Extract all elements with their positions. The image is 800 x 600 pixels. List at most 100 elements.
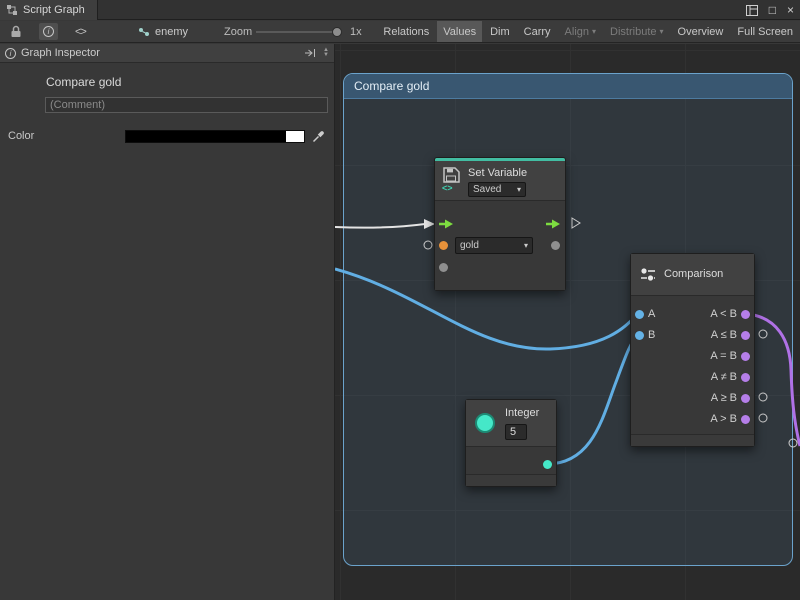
toolbar-left-group: i <> (6, 21, 90, 42)
value-input-port[interactable] (439, 263, 448, 272)
output-port-a-neq-b[interactable] (741, 373, 750, 382)
variable-name-value: gold (460, 240, 479, 251)
variable-name-port[interactable] (439, 241, 448, 250)
save-variable-icon: <> (441, 166, 463, 192)
align-button[interactable]: Align ▾ (559, 21, 602, 42)
variable-scope-dropdown[interactable]: Saved ▾ (468, 182, 526, 197)
inspector-toggle-button[interactable]: i (39, 23, 58, 40)
integer-icon (475, 413, 495, 433)
lock-icon (10, 25, 22, 38)
input-label-a: A (648, 308, 655, 320)
value-output-port[interactable] (551, 241, 560, 250)
color-field[interactable] (125, 130, 305, 143)
integer-footer (466, 474, 556, 486)
relations-label: Relations (383, 26, 429, 38)
zoom-slider-knob[interactable] (332, 27, 342, 37)
node-set-variable[interactable]: <> Set Variable Saved ▾ (434, 157, 566, 291)
toolbar-buttons: Relations Values Dim Carry Align ▾ Distr… (377, 21, 799, 42)
variable-name-dropdown[interactable]: gold ▾ (455, 237, 533, 254)
graph-inspector-panel: i Graph Inspector ▲ ▼ Compare gold Color (0, 44, 335, 600)
output-label-a-eq-b: A = B (710, 350, 737, 362)
output-label-a-gte-b: A ≥ B (711, 392, 737, 404)
variable-scope-value: Saved (473, 184, 501, 195)
dock-arrow-icon[interactable] (304, 48, 317, 58)
flow-output-port[interactable] (546, 219, 561, 229)
integer-body (466, 447, 556, 474)
overview-button[interactable]: Overview (672, 21, 730, 42)
graph-inspector-header[interactable]: i Graph Inspector ▲ ▼ (0, 44, 334, 63)
scrub-down-icon[interactable]: ▼ (323, 53, 329, 58)
flow-input-port[interactable] (439, 219, 454, 229)
port-row: A ≥ B (631, 388, 754, 409)
integer-output-port[interactable] (543, 460, 552, 469)
zoom-slider-track[interactable] (256, 31, 342, 33)
output-label-a-neq-b: A ≠ B (711, 371, 737, 383)
eyedropper-icon (312, 129, 326, 143)
svg-text:<>: <> (442, 183, 453, 192)
zoom-label: Zoom (224, 21, 252, 43)
graph-inspector-title: Graph Inspector (21, 47, 100, 59)
group-title: Compare gold (354, 79, 429, 93)
color-alpha-segment (286, 131, 304, 142)
graph-reference-breadcrumb[interactable]: enemy (138, 21, 188, 42)
port-row: A = B (631, 346, 754, 367)
output-port-a-gt-b[interactable] (741, 415, 750, 424)
zoom-slider[interactable] (256, 21, 342, 42)
relations-button[interactable]: Relations (377, 21, 435, 42)
port-row: A A < B (631, 304, 754, 325)
maximize-icon[interactable]: □ (769, 3, 776, 17)
output-label-a-gt-b: A > B (710, 413, 737, 425)
input-port-a[interactable] (635, 310, 644, 319)
port-row: A ≠ B (631, 367, 754, 388)
node-title: Comparison (664, 268, 723, 280)
comparison-ports: A A < B B A ≤ B A = B A ≠ B (631, 296, 754, 434)
tab-script-graph[interactable]: Script Graph (0, 0, 98, 20)
inspector-header-controls: ▲ ▼ (304, 48, 329, 58)
scrubber-icon[interactable]: ▲ ▼ (323, 48, 329, 58)
integer-value-field[interactable]: 5 (505, 424, 527, 440)
node-title: Set Variable (468, 167, 527, 179)
set-variable-body: gold ▾ (435, 201, 565, 290)
graph-title-text: Compare gold (46, 75, 334, 89)
group-header[interactable]: Compare gold (344, 74, 792, 99)
comment-input[interactable] (45, 97, 328, 113)
overview-label: Overview (678, 26, 724, 38)
graph-asset-icon (138, 26, 150, 38)
output-port-a-lte-b[interactable] (741, 331, 750, 340)
values-label: Values (443, 26, 476, 38)
dim-label: Dim (490, 26, 510, 38)
carry-button[interactable]: Carry (518, 21, 557, 42)
node-comparison[interactable]: Comparison A A < B B A ≤ B A = B (630, 253, 755, 447)
values-button[interactable]: Values (437, 21, 482, 42)
layout-icon[interactable] (746, 5, 758, 16)
graph-reference-label: enemy (155, 26, 188, 38)
fullscreen-button[interactable]: Full Screen (731, 21, 799, 42)
output-port-a-gte-b[interactable] (741, 394, 750, 403)
input-label-b: B (648, 329, 655, 341)
window-controls: □ × (746, 0, 794, 20)
input-port-b[interactable] (635, 331, 644, 340)
graph-toolbar: i <> enemy Zoom 1x Relations Val (0, 21, 800, 43)
chevron-down-icon: ▾ (524, 242, 528, 250)
lock-button[interactable] (6, 23, 26, 40)
comparison-header: Comparison (631, 254, 754, 296)
output-port-a-eq-b[interactable] (741, 352, 750, 361)
comparison-footer (631, 434, 754, 446)
graph-canvas[interactable]: Compare gold <> (335, 44, 800, 600)
close-icon[interactable]: × (787, 3, 794, 17)
color-row: Color (8, 129, 326, 143)
script-graph-icon (6, 4, 18, 16)
port-row: B A ≤ B (631, 325, 754, 346)
code-icon: <> (75, 26, 86, 38)
carry-label: Carry (524, 26, 551, 38)
dim-button[interactable]: Dim (484, 21, 516, 42)
distribute-button[interactable]: Distribute ▾ (604, 21, 669, 42)
chevron-down-icon: ▾ (592, 28, 596, 36)
tab-title: Script Graph (23, 4, 85, 16)
eyedropper-button[interactable] (312, 129, 326, 143)
unity-script-graph-window: Script Graph □ × i <> (0, 0, 800, 600)
output-port-a-lt-b[interactable] (741, 310, 750, 319)
node-integer[interactable]: Integer 5 (465, 399, 557, 487)
edit-source-button[interactable]: <> (71, 23, 90, 40)
titlebar: Script Graph □ × (0, 0, 800, 20)
